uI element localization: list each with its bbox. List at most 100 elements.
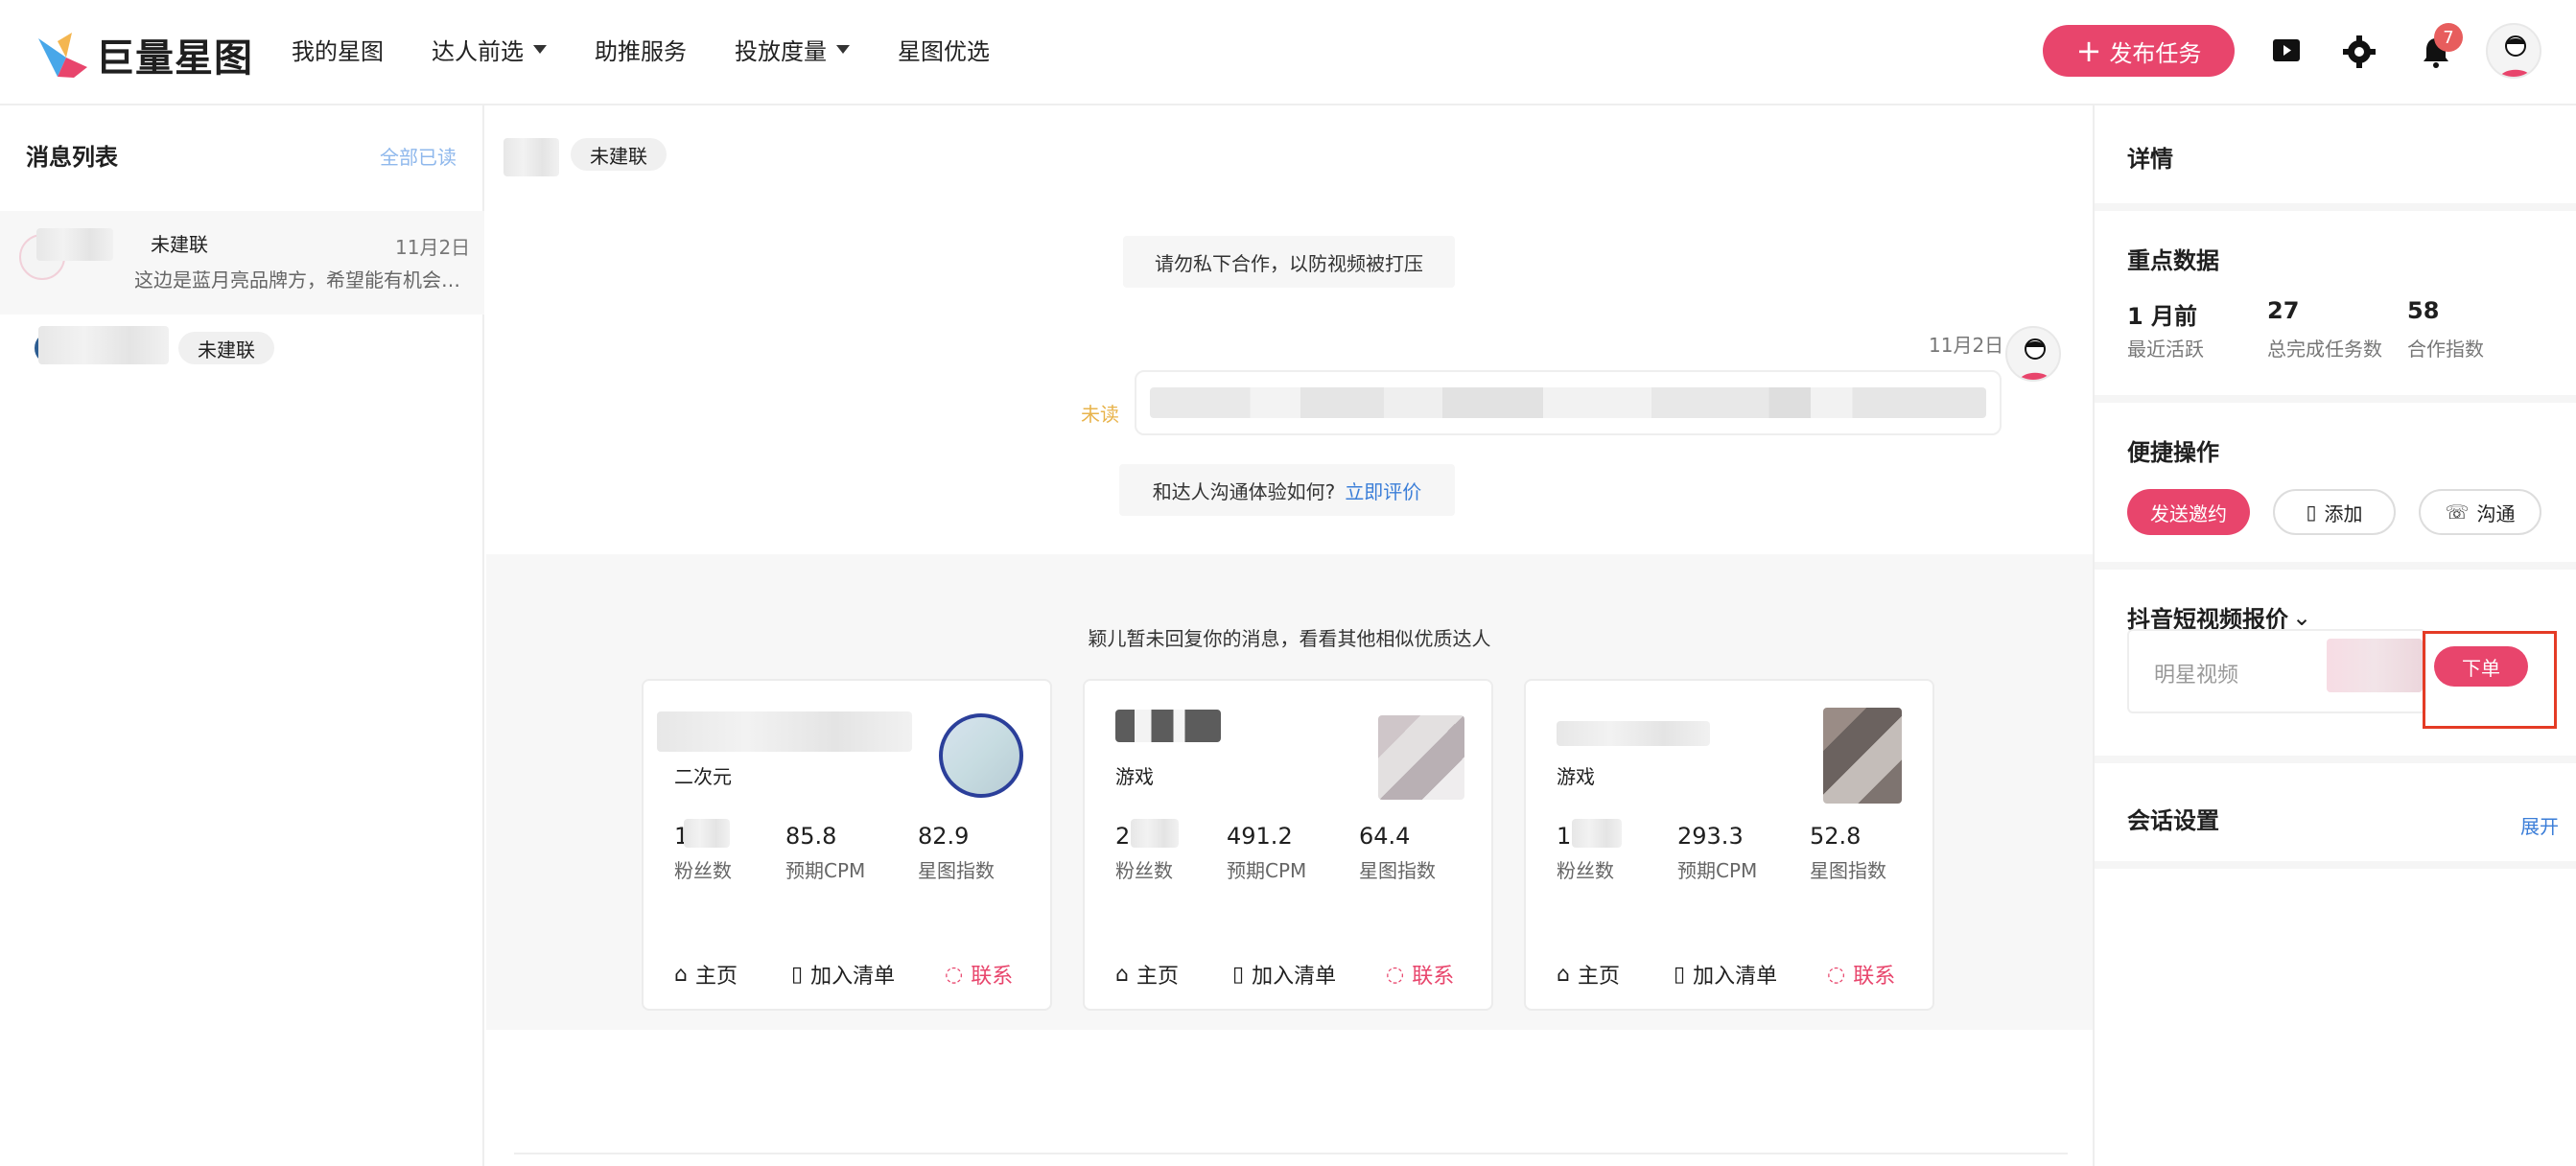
talent-card[interactable]: 游戏 1 粉丝数 293.3 预期CPM 52.8 星图指数 ⌂ 主页 ▯ 加入清单… <box>1524 679 1934 1011</box>
talent-category: 二次元 <box>674 765 732 788</box>
expected-cpm-value: 85.8 <box>785 823 837 850</box>
nav-label: 投放度量 <box>735 38 827 65</box>
expected-cpm-value: 491.2 <box>1227 823 1293 850</box>
contact-label: 联系 <box>1853 965 1896 989</box>
home-icon: ⌂ <box>1115 962 1129 987</box>
chevron-down-icon[interactable]: ⌄ <box>2292 604 2311 631</box>
message-item[interactable]: 未建联 11月2日 这边是蓝月亮品牌方，希望能有机会… <box>0 211 484 315</box>
nav-xingtu-preferred[interactable]: 星图优选 <box>898 33 990 66</box>
document-icon: ▯ <box>1674 962 1686 987</box>
details-header: 详情 <box>2095 105 2576 211</box>
last-active-label: 最近活跃 <box>2127 338 2204 361</box>
message-list-panel: 消息列表 全部已读 未建联 11月2日 这边是蓝月亮品牌方，希望能有机会… 未建… <box>0 105 484 1166</box>
communication-evaluation: 和达人沟通体验如何? 立即评价 <box>1119 464 1455 516</box>
followers-value: 2 <box>1115 823 1131 850</box>
contact-action[interactable]: ◌ 联系 <box>1386 959 1454 990</box>
chat-icon: ◌ <box>945 962 964 987</box>
nav-label: 达人前选 <box>432 38 524 65</box>
mark-all-read-link[interactable]: 全部已读 <box>380 142 457 170</box>
add-to-list-label: 加入清单 <box>810 965 896 989</box>
nav-delivery-metrics[interactable]: 投放度量 <box>735 33 850 66</box>
nav-label: 助推服务 <box>595 38 687 65</box>
gear-icon[interactable] <box>2340 33 2378 71</box>
similar-talent-recommendations: 颖儿暂未回复你的消息，看看其他相似优质达人 二次元 1 粉丝数 85.8 预期C… <box>486 554 2093 1030</box>
recommendation-title: 颖儿暂未回复你的消息，看看其他相似优质达人 <box>1088 627 1491 650</box>
communicate-button[interactable]: ☏ 沟通 <box>2419 489 2541 535</box>
contact-action[interactable]: ◌ 联系 <box>1827 959 1895 990</box>
video-library-icon[interactable] <box>2267 33 2306 71</box>
price-option-box[interactable]: 明星视频 <box>2127 629 2426 713</box>
details-title: 详情 <box>2127 146 2173 173</box>
chat-composer-divider <box>514 1153 2068 1154</box>
document-icon: ▯ <box>2306 501 2317 524</box>
talent-category: 游戏 <box>1115 765 1154 788</box>
xingtu-index-label: 星图指数 <box>1359 859 1436 882</box>
contact-action[interactable]: ◌ 联系 <box>945 959 1013 990</box>
details-panel: 详情 重点数据 1 月前 最近活跃 27 总完成任务数 58 合作指数 便捷操作… <box>2093 105 2576 1166</box>
message-content-redacted <box>1150 387 1986 418</box>
expected-cpm-label: 预期CPM <box>1227 859 1307 882</box>
publish-task-label: 发布任务 <box>2109 39 2202 67</box>
expected-cpm-label: 预期CPM <box>1677 859 1758 882</box>
contact-name-redacted <box>36 228 113 261</box>
xingtu-logo-icon <box>38 33 87 78</box>
quick-actions-title: 便捷操作 <box>2127 439 2219 466</box>
order-button-highlight <box>2423 631 2557 729</box>
homepage-action[interactable]: ⌂ 主页 <box>1115 959 1179 990</box>
publish-task-button[interactable]: + 发布任务 <box>2043 25 2235 77</box>
talent-card[interactable]: 游戏 2 粉丝数 491.2 预期CPM 64.4 星图指数 ⌂ 主页 ▯ 加入清单… <box>1083 679 1493 1011</box>
followers-value: 1 <box>1557 823 1572 850</box>
add-to-list-label: 加入清单 <box>1693 965 1778 989</box>
chat-icon: ◌ <box>1386 962 1405 987</box>
brand-logo[interactable]: 巨量星图 <box>36 27 253 82</box>
chat-connection-status: 未建联 <box>571 138 667 171</box>
xingtu-index-value: 52.8 <box>1810 823 1862 850</box>
chat-panel: 未建联 请勿私下合作，以防视频被打压 11月2日 未读 和达人沟通体验如何? 立… <box>486 105 2093 1166</box>
dropdown-caret-icon <box>533 45 547 54</box>
xingtu-index-label: 星图指数 <box>918 859 995 882</box>
followers-redacted <box>1572 819 1622 848</box>
add-to-list-action[interactable]: ▯ 加入清单 <box>1232 959 1336 990</box>
document-icon: ▯ <box>1232 962 1245 987</box>
chat-message-date: 11月2日 <box>1929 334 2004 357</box>
completed-tasks-label: 总完成任务数 <box>2267 338 2382 361</box>
private-cooperation-notice: 请勿私下合作，以防视频被打压 <box>1123 236 1455 288</box>
followers-label: 粉丝数 <box>1115 859 1173 882</box>
message-preview: 这边是蓝月亮品牌方，希望能有机会… <box>134 268 460 292</box>
add-button[interactable]: ▯ 添加 <box>2273 489 2396 535</box>
expand-session-settings-link[interactable]: 展开 <box>2520 811 2559 839</box>
add-to-list-action[interactable]: ▯ 加入清单 <box>1674 959 1777 990</box>
celebrity-video-label: 明星视频 <box>2154 664 2239 688</box>
evaluate-now-link[interactable]: 立即评价 <box>1345 477 1421 504</box>
followers-label: 粉丝数 <box>1557 859 1614 882</box>
price-redacted <box>2327 639 2423 692</box>
dropdown-caret-icon <box>836 45 850 54</box>
session-settings-section: 会话设置 展开 <box>2095 763 2576 869</box>
homepage-label: 主页 <box>1577 965 1620 989</box>
homepage-action[interactable]: ⌂ 主页 <box>1557 959 1620 990</box>
nav-talent-select[interactable]: 达人前选 <box>432 33 547 66</box>
nav-promotion-service[interactable]: 助推服务 <box>595 33 687 66</box>
home-icon: ⌂ <box>674 962 688 987</box>
brand-name: 巨量星图 <box>96 36 253 81</box>
contact-label: 联系 <box>971 965 1014 989</box>
top-navigation-bar: 巨量星图 我的星图 达人前选 助推服务 投放度量 星图优选 + 发布任务 7 <box>0 0 2576 105</box>
homepage-action[interactable]: ⌂ 主页 <box>674 959 738 990</box>
talent-card[interactable]: 二次元 1 粉丝数 85.8 预期CPM 82.9 星图指数 ⌂ 主页 ▯ 加入清单… <box>642 679 1052 1011</box>
add-to-list-action[interactable]: ▯ 加入清单 <box>791 959 895 990</box>
last-active-value: 1 月前 <box>2127 303 2198 330</box>
talent-category: 游戏 <box>1557 765 1595 788</box>
expected-cpm-value: 293.3 <box>1677 823 1744 850</box>
document-icon: ▯ <box>791 962 804 987</box>
send-invitation-button[interactable]: 发送邀约 <box>2127 489 2250 535</box>
talent-name-redacted <box>657 711 912 752</box>
nav-my-xingtu[interactable]: 我的星图 <box>292 33 384 66</box>
xingtu-index-value: 64.4 <box>1359 823 1411 850</box>
message-date: 11月2日 <box>395 236 471 259</box>
message-item[interactable]: 未建联 <box>0 315 484 418</box>
user-avatar[interactable] <box>2486 23 2541 79</box>
evaluation-prompt: 和达人沟通体验如何? <box>1152 479 1336 503</box>
connection-status-badge: 未建联 <box>178 332 274 364</box>
cooperation-index-label: 合作指数 <box>2407 338 2484 361</box>
add-to-list-label: 加入清单 <box>1252 965 1337 989</box>
